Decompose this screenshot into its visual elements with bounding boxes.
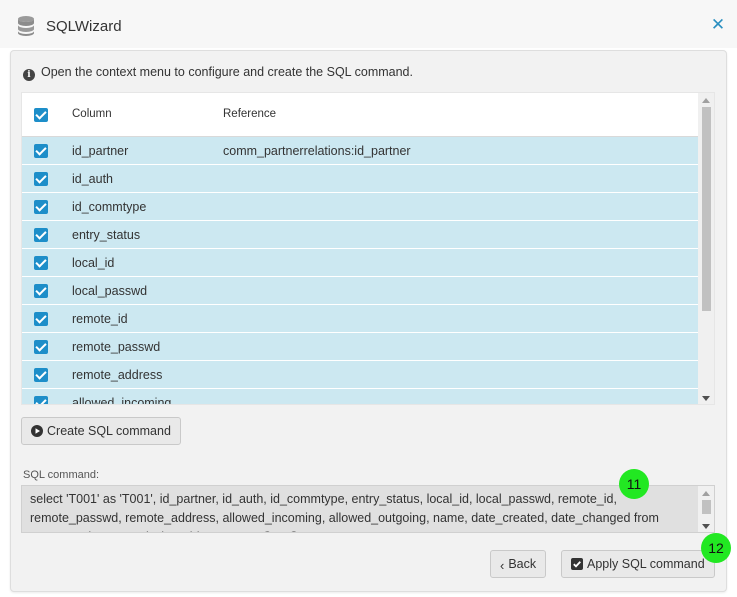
- sql-command-text: select 'T001' as 'T001', id_partner, id_…: [30, 492, 659, 532]
- sql-command-textarea[interactable]: select 'T001' as 'T001', id_partner, id_…: [21, 485, 715, 533]
- table-row[interactable]: entry_status: [22, 221, 700, 249]
- annotation-marker-12: 12: [701, 533, 731, 563]
- play-circle-icon: [31, 425, 43, 437]
- row-checkbox[interactable]: [34, 144, 48, 158]
- create-sql-button[interactable]: Create SQL command: [21, 417, 181, 445]
- check-square-icon: [571, 558, 583, 570]
- scroll-up-icon[interactable]: [702, 98, 710, 103]
- cell-column: remote_address: [72, 368, 163, 382]
- columns-grid: Column Reference id_partner comm_partner…: [21, 92, 715, 405]
- cell-column: remote_passwd: [72, 340, 161, 354]
- table-row[interactable]: local_passwd: [22, 277, 700, 305]
- cell-column: local_passwd: [72, 284, 148, 298]
- back-label: Back: [508, 557, 537, 571]
- row-checkbox[interactable]: [34, 228, 48, 242]
- header-column[interactable]: Column: [72, 108, 112, 120]
- scroll-down-icon[interactable]: [702, 396, 710, 401]
- row-checkbox[interactable]: [34, 340, 48, 354]
- row-checkbox[interactable]: [34, 368, 48, 382]
- cell-column: allowed_incoming: [72, 396, 172, 405]
- row-checkbox[interactable]: [34, 256, 48, 270]
- grid-scrollbar[interactable]: [698, 93, 714, 404]
- scroll-down-icon[interactable]: [702, 524, 710, 529]
- row-checkbox[interactable]: [34, 284, 48, 298]
- row-checkbox[interactable]: [34, 200, 48, 214]
- table-row[interactable]: id_auth: [22, 165, 700, 193]
- info-message: i Open the context menu to configure and …: [23, 64, 413, 81]
- cell-column: remote_id: [72, 312, 128, 326]
- row-checkbox[interactable]: [34, 312, 48, 326]
- cell-column: entry_status: [72, 228, 141, 242]
- wizard-panel: i Open the context menu to configure and …: [10, 50, 727, 592]
- sql-scrollbar[interactable]: [698, 486, 714, 532]
- scrollbar-thumb[interactable]: [702, 500, 711, 514]
- title-bar: SQLWizard ✕: [0, 0, 737, 48]
- create-sql-label: Create SQL command: [47, 424, 171, 438]
- table-row[interactable]: remote_address: [22, 361, 700, 389]
- back-button[interactable]: ‹ Back: [490, 550, 547, 578]
- info-text: Open the context menu to configure and c…: [41, 65, 413, 79]
- table-row[interactable]: remote_passwd: [22, 333, 700, 361]
- chevron-left-icon: ‹: [500, 558, 505, 573]
- apply-sql-button[interactable]: Apply SQL command: [561, 550, 715, 578]
- row-checkbox[interactable]: [34, 172, 48, 186]
- table-row[interactable]: id_commtype: [22, 193, 700, 221]
- table-row[interactable]: id_partner comm_partnerrelations:id_part…: [22, 137, 700, 165]
- scrollbar-thumb[interactable]: [702, 107, 711, 311]
- cell-column: local_id: [72, 256, 115, 270]
- annotation-marker-11: 11: [619, 469, 649, 499]
- close-icon[interactable]: ✕: [710, 16, 726, 34]
- cell-column: id_commtype: [72, 200, 147, 214]
- row-checkbox[interactable]: [34, 396, 48, 404]
- table-row[interactable]: local_id: [22, 249, 700, 277]
- apply-sql-label: Apply SQL command: [587, 557, 705, 571]
- scroll-up-icon[interactable]: [702, 491, 710, 496]
- select-all-checkbox[interactable]: [34, 108, 48, 122]
- cell-column: id_partner: [72, 144, 129, 158]
- sql-command-label: SQL command:: [23, 469, 100, 481]
- database-icon: [18, 16, 34, 36]
- header-reference[interactable]: Reference: [223, 108, 276, 120]
- table-row[interactable]: allowed_incoming: [22, 389, 700, 405]
- cell-column: id_auth: [72, 172, 114, 186]
- table-row[interactable]: remote_id: [22, 305, 700, 333]
- grid-header: Column Reference: [22, 93, 700, 137]
- app-title: SQLWizard: [46, 18, 122, 35]
- cell-reference: comm_partnerrelations:id_partner: [223, 144, 411, 158]
- info-icon: i: [23, 69, 35, 81]
